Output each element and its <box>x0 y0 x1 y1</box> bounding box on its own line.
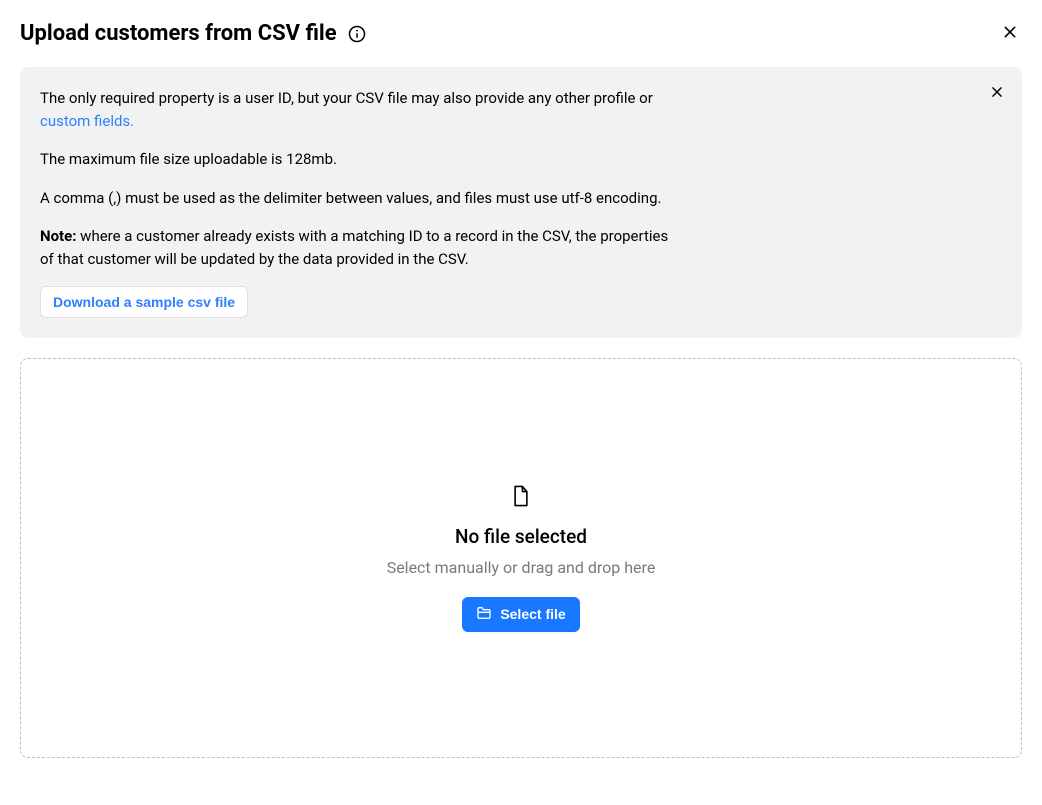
info-para-4: Note: where a customer already exists wi… <box>40 225 680 270</box>
info-icon[interactable] <box>347 24 367 44</box>
close-icon <box>1002 24 1018 43</box>
info-para-4-text: where a customer already exists with a m… <box>40 227 668 268</box>
info-para-1: The only required property is a user ID,… <box>40 87 680 132</box>
select-file-button[interactable]: Select file <box>462 597 579 632</box>
close-icon <box>990 85 1004 102</box>
dropzone-title: No file selected <box>455 525 587 548</box>
folder-icon <box>476 605 492 624</box>
select-file-label: Select file <box>500 606 565 622</box>
note-label: Note: <box>40 227 76 245</box>
download-sample-button[interactable]: Download a sample csv file <box>40 286 248 318</box>
close-panel-button[interactable] <box>986 81 1008 106</box>
info-para-3: A comma (,) must be used as the delimite… <box>40 187 680 210</box>
custom-fields-link[interactable]: custom fields. <box>40 112 134 130</box>
dropzone-subtitle: Select manually or drag and drop here <box>387 558 656 577</box>
info-para-2: The maximum file size uploadable is 128m… <box>40 148 680 171</box>
header-left: Upload customers from CSV file <box>20 21 367 46</box>
info-text: The only required property is a user ID,… <box>40 87 680 270</box>
file-icon <box>512 485 530 511</box>
close-dialog-button[interactable] <box>998 20 1022 47</box>
file-dropzone[interactable]: No file selected Select manually or drag… <box>20 358 1022 758</box>
dialog-header: Upload customers from CSV file <box>20 20 1022 47</box>
info-panel: The only required property is a user ID,… <box>20 67 1022 338</box>
info-para-1-text: The only required property is a user ID,… <box>40 89 653 107</box>
page-title: Upload customers from CSV file <box>20 21 337 46</box>
